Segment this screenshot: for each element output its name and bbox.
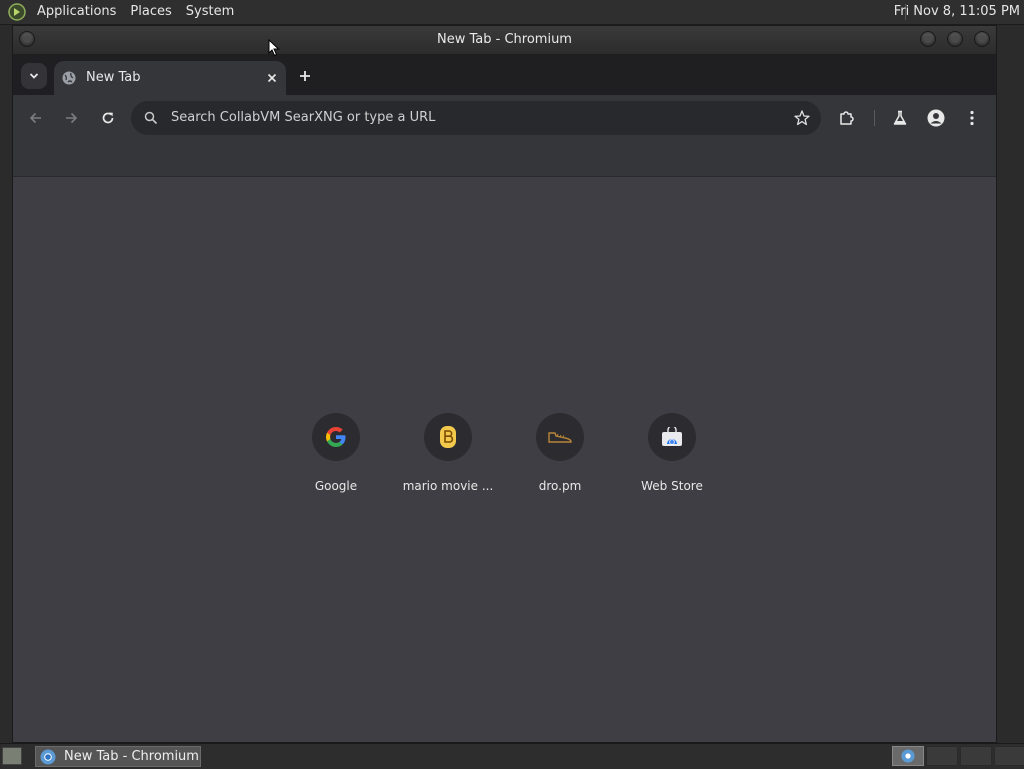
window-titlebar[interactable]: New Tab - Chromium [13, 26, 996, 55]
avatar-icon [927, 109, 945, 127]
omnibox[interactable]: Search CollabVM SearXNG or type a URL [131, 101, 821, 135]
menu-applications[interactable]: Applications [30, 0, 123, 24]
top-panel: Applications Places System Fri Nov 8, 11… [0, 0, 1024, 25]
tab-close-button[interactable] [264, 70, 280, 86]
chevron-down-icon [29, 73, 39, 79]
new-tab-button[interactable] [295, 66, 315, 86]
kebab-menu-icon [970, 110, 974, 126]
bookmarks-bar [13, 141, 996, 177]
clock[interactable]: Fri Nov 8, 11:05 PM [894, 0, 1020, 24]
arrow-left-icon [29, 112, 41, 124]
chromium-icon [901, 749, 915, 763]
extensions-button[interactable] [835, 106, 859, 130]
close-window-button[interactable] [974, 31, 990, 47]
menu-places[interactable]: Places [123, 0, 178, 24]
bootstrap-b-icon [424, 413, 472, 461]
puzzle-icon [840, 111, 854, 125]
shortcut-tile[interactable]: Web Store [616, 413, 728, 503]
globe-icon [62, 71, 76, 85]
bottom-panel: New Tab - Chromium [0, 743, 1024, 769]
omnibox-placeholder: Search CollabVM SearXNG or type a URL [171, 110, 436, 125]
shoe-icon [536, 413, 584, 461]
taskbar-item-label: New Tab - Chromium [64, 749, 199, 764]
bookmark-star-icon[interactable] [793, 109, 811, 127]
labs-button[interactable] [888, 106, 912, 130]
shortcut-tile[interactable]: mario movie ... [392, 413, 504, 503]
workspace-2[interactable] [926, 746, 958, 766]
web-store-icon [648, 413, 696, 461]
workspace-1[interactable] [892, 746, 924, 766]
mouse-cursor-icon [268, 39, 280, 57]
shortcut-label: mario movie ... [402, 479, 494, 493]
tab-title: New Tab [86, 70, 141, 85]
menu-system[interactable]: System [179, 0, 241, 24]
browser-window: New Tab - Chromium New Tab Search Collab… [13, 26, 996, 742]
chromium-icon [40, 749, 56, 764]
new-tab-page: Google mario movie ... dro.pm Web Store [13, 177, 996, 742]
workspace-4[interactable] [994, 746, 1024, 766]
workspace-3[interactable] [960, 746, 992, 766]
back-button[interactable] [24, 106, 48, 130]
plus-icon [300, 71, 310, 81]
window-title: New Tab - Chromium [437, 32, 572, 47]
tab-new-tab[interactable]: New Tab [54, 61, 286, 95]
toolbar-divider [874, 110, 875, 126]
shortcut-tile[interactable]: dro.pm [504, 413, 616, 503]
reload-icon [102, 112, 114, 124]
shortcut-label: Google [314, 479, 358, 493]
arrow-right-icon [66, 112, 78, 124]
search-icon [144, 111, 158, 125]
shortcut-label: Web Store [641, 479, 703, 493]
tab-search-button[interactable] [21, 63, 47, 89]
tab-strip: New Tab [13, 55, 996, 95]
maximize-button[interactable] [947, 31, 963, 47]
browser-toolbar: Search CollabVM SearXNG or type a URL [13, 95, 996, 141]
shortcut-tile[interactable]: Google [280, 413, 392, 503]
flask-icon [893, 110, 907, 125]
menu-button[interactable] [960, 106, 984, 130]
taskbar-item[interactable]: New Tab - Chromium [35, 746, 201, 767]
close-icon [267, 73, 277, 83]
shortcut-label: dro.pm [538, 479, 582, 493]
google-icon [312, 413, 360, 461]
show-desktop-icon[interactable] [2, 747, 22, 765]
reload-button[interactable] [96, 106, 120, 130]
forward-button[interactable] [59, 106, 83, 130]
distro-logo-icon[interactable] [8, 3, 26, 21]
minimize-button[interactable] [920, 31, 936, 47]
profile-button[interactable] [924, 106, 948, 130]
